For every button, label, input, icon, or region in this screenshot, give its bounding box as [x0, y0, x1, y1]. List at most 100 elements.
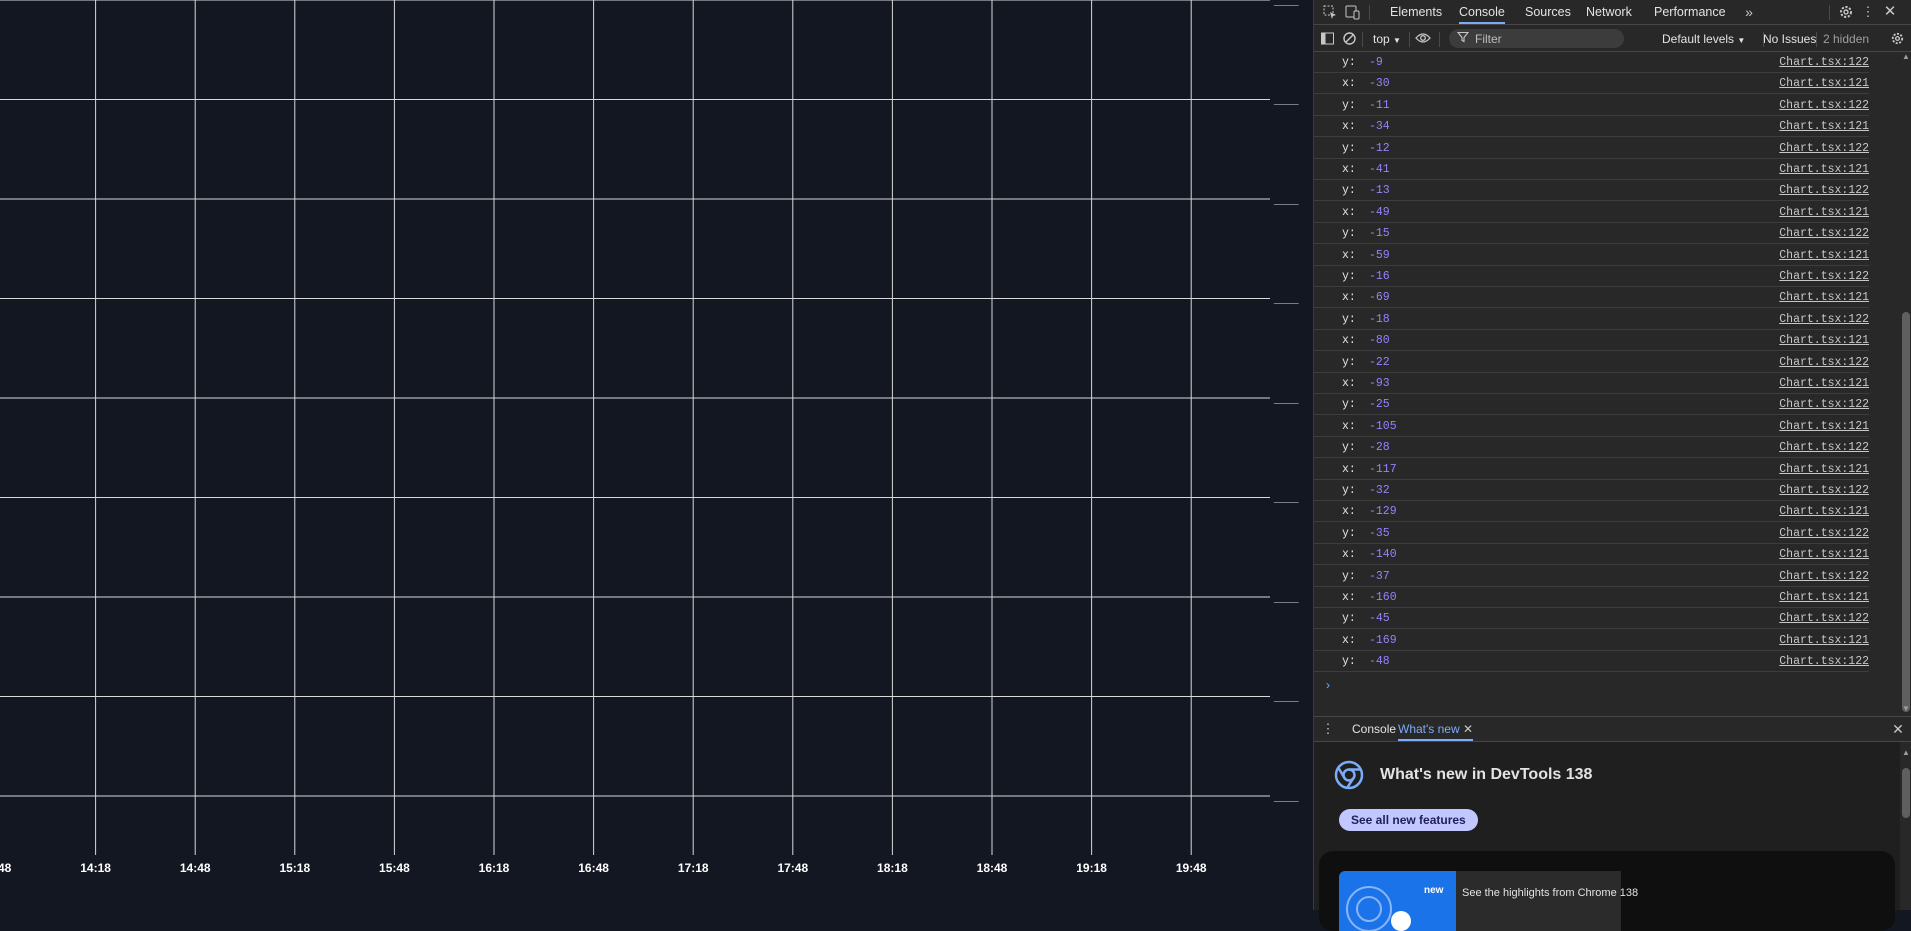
console-source-link[interactable]: Chart.tsx:121: [1779, 463, 1869, 476]
chart-canvas[interactable]: 13:48 14:18 14:48 15:18 15:48 16:18 16:48 17:18…: [0, 0, 1313, 910]
console-message-row: y: -11 Chart.tsx:122: [1314, 95, 1869, 116]
console-messages[interactable]: y: -9 Chart.tsx:122 x: -30 Chart.tsx:121 y: -11…: [1314, 52, 1900, 716]
console-value: -34: [1369, 120, 1390, 134]
console-prompt-icon[interactable]: ›: [1326, 678, 1330, 692]
more-tabs-icon[interactable]: »: [1741, 4, 1757, 20]
see-all-features-button[interactable]: See all new features: [1339, 809, 1478, 831]
x-tick-label: 13:48: [0, 861, 12, 875]
console-source-link[interactable]: Chart.tsx:122: [1779, 612, 1869, 625]
console-source-link[interactable]: Chart.tsx:122: [1779, 356, 1869, 369]
console-key: x:: [1342, 591, 1356, 604]
console-key: y:: [1342, 398, 1356, 412]
console-source-link[interactable]: Chart.tsx:121: [1779, 206, 1869, 219]
scrollbar-thumb[interactable]: [1902, 312, 1910, 712]
tab-performance[interactable]: Performance: [1654, 0, 1726, 24]
console-source-link[interactable]: Chart.tsx:122: [1779, 441, 1869, 454]
console-value: -41: [1369, 163, 1390, 176]
console-key: x:: [1342, 548, 1356, 562]
console-source-link[interactable]: Chart.tsx:121: [1779, 505, 1869, 518]
tab-sources[interactable]: Sources: [1525, 0, 1571, 24]
console-key: y:: [1342, 526, 1356, 540]
eye-icon[interactable]: [1415, 31, 1431, 47]
device-toolbar-icon[interactable]: [1344, 4, 1360, 20]
highlights-card[interactable]: new See the highlights from Chrome 138: [1319, 851, 1895, 931]
console-value: -18: [1369, 312, 1390, 326]
console-source-link[interactable]: Chart.tsx:121: [1779, 377, 1869, 390]
kebab-menu-icon[interactable]: ⋮: [1860, 4, 1876, 20]
console-source-link[interactable]: Chart.tsx:121: [1779, 163, 1869, 176]
console-key: x:: [1342, 505, 1356, 519]
whats-new-scrollbar[interactable]: ▲: [1900, 748, 1911, 910]
tab-elements[interactable]: Elements: [1390, 0, 1442, 24]
console-source-link[interactable]: Chart.tsx:122: [1779, 56, 1869, 69]
console-source-link[interactable]: Chart.tsx:122: [1779, 398, 1869, 411]
console-message-row: x: -93 Chart.tsx:121: [1314, 373, 1869, 394]
console-key: y:: [1342, 184, 1356, 198]
context-selector[interactable]: top ▼: [1373, 32, 1401, 46]
console-source-link[interactable]: Chart.tsx:121: [1779, 77, 1869, 90]
console-source-link[interactable]: Chart.tsx:122: [1779, 270, 1869, 283]
console-value: -9: [1369, 56, 1383, 69]
console-source-link[interactable]: Chart.tsx:121: [1779, 334, 1869, 347]
console-message-row: x: -59 Chart.tsx:121: [1314, 245, 1869, 266]
console-source-link[interactable]: Chart.tsx:121: [1779, 591, 1869, 604]
console-value: -16: [1369, 270, 1390, 283]
console-source-link[interactable]: Chart.tsx:122: [1779, 527, 1869, 540]
tab-console[interactable]: Console: [1459, 0, 1505, 24]
console-source-link[interactable]: Chart.tsx:122: [1779, 313, 1869, 326]
console-key: x:: [1342, 291, 1356, 305]
console-value: -140: [1369, 548, 1397, 562]
x-tick-label: 16:48: [578, 861, 609, 875]
console-source-link[interactable]: Chart.tsx:121: [1779, 120, 1869, 133]
console-source-link[interactable]: Chart.tsx:122: [1779, 655, 1869, 668]
console-source-link[interactable]: Chart.tsx:121: [1779, 249, 1869, 262]
drawer-tab-console[interactable]: Console: [1352, 717, 1396, 741]
console-key: y:: [1342, 56, 1356, 69]
console-settings-icon[interactable]: [1889, 31, 1905, 47]
console-source-link[interactable]: Chart.tsx:122: [1779, 570, 1869, 583]
console-source-link[interactable]: Chart.tsx:122: [1779, 227, 1869, 240]
console-value: -49: [1369, 205, 1390, 219]
console-key: y:: [1342, 484, 1356, 497]
console-message-row: y: -32 Chart.tsx:122: [1314, 480, 1869, 501]
console-source-link[interactable]: Chart.tsx:122: [1779, 99, 1869, 112]
x-tick-label: 19:18: [1076, 861, 1107, 875]
console-value: -15: [1369, 227, 1390, 241]
console-value: -48: [1369, 655, 1390, 669]
console-message-row: y: -22 Chart.tsx:122: [1314, 352, 1869, 373]
close-drawer-icon[interactable]: ✕: [1890, 721, 1906, 737]
settings-gear-icon[interactable]: [1838, 4, 1854, 20]
close-tab-icon[interactable]: ✕: [1463, 722, 1473, 736]
inspect-element-icon[interactable]: [1322, 4, 1338, 20]
console-value: -169: [1369, 633, 1397, 647]
clear-console-icon[interactable]: [1341, 31, 1357, 47]
console-source-link[interactable]: Chart.tsx:121: [1779, 420, 1869, 433]
log-levels-dropdown[interactable]: Default levels ▼: [1662, 32, 1745, 46]
console-scrollbar[interactable]: ▲ ▼: [1900, 52, 1911, 716]
console-source-link[interactable]: Chart.tsx:122: [1779, 142, 1869, 155]
y-tick-label: ____: [1273, 791, 1299, 803]
console-source-link[interactable]: Chart.tsx:121: [1779, 634, 1869, 647]
tab-network[interactable]: Network: [1586, 0, 1632, 24]
console-key: x:: [1342, 205, 1356, 219]
console-key: x:: [1342, 633, 1356, 647]
divider: [1362, 32, 1363, 47]
drawer-tab-whats-new[interactable]: What's new ✕: [1398, 717, 1474, 741]
scrollbar-thumb[interactable]: [1902, 768, 1910, 818]
drawer-menu-icon[interactable]: ⋮: [1320, 721, 1336, 737]
console-value: -117: [1369, 462, 1397, 476]
console-message-row: x: -41 Chart.tsx:121: [1314, 159, 1869, 180]
scroll-up-arrow-icon[interactable]: ▲: [1902, 52, 1910, 61]
filter-input[interactable]: Filter: [1449, 29, 1624, 48]
chart-area[interactable]: 13:48 14:18 14:48 15:18 15:48 16:18 16:48 17:18…: [0, 0, 1313, 910]
scroll-up-arrow-icon[interactable]: ▲: [1902, 748, 1910, 757]
sidebar-toggle-icon[interactable]: [1319, 31, 1335, 47]
close-icon[interactable]: ✕: [1882, 4, 1898, 20]
devtools-panel: Elements Console Sources Network Perform…: [1313, 0, 1911, 931]
scroll-down-arrow-icon[interactable]: ▼: [1902, 704, 1910, 713]
console-source-link[interactable]: Chart.tsx:122: [1779, 184, 1869, 197]
console-source-link[interactable]: Chart.tsx:121: [1779, 291, 1869, 304]
console-source-link[interactable]: Chart.tsx:121: [1779, 548, 1869, 561]
issues-count[interactable]: No Issues: [1763, 32, 1816, 46]
console-source-link[interactable]: Chart.tsx:122: [1779, 484, 1869, 497]
